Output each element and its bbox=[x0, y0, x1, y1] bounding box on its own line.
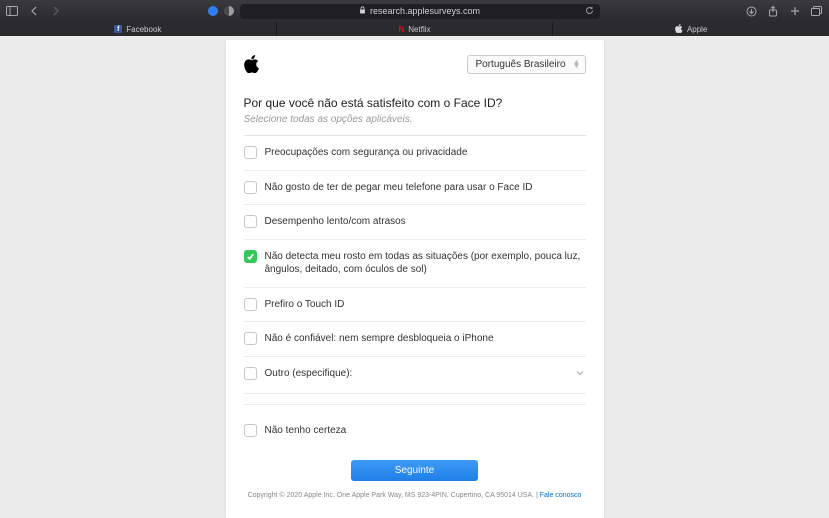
url-bar[interactable]: research.applesurveys.com bbox=[240, 4, 600, 19]
checkbox-icon[interactable] bbox=[244, 367, 257, 380]
bookmark-netflix[interactable]: N Netflix bbox=[277, 22, 554, 36]
survey-card: Português Brasileiro Por que você não es… bbox=[226, 40, 604, 518]
browser-toolbar: research.applesurveys.com bbox=[0, 0, 829, 22]
reader-icon[interactable] bbox=[224, 6, 234, 16]
option-slow[interactable]: Desempenho lento/com atrasos bbox=[244, 205, 586, 240]
option-detect-face[interactable]: Não detecta meu rosto em todas as situaç… bbox=[244, 240, 586, 288]
next-button[interactable]: Seguinte bbox=[351, 460, 478, 481]
bookmark-label: Netflix bbox=[408, 25, 430, 34]
checkbox-icon[interactable] bbox=[244, 424, 257, 437]
option-touch-id[interactable]: Prefiro o Touch ID bbox=[244, 288, 586, 323]
bookmark-label: Facebook bbox=[126, 25, 161, 34]
privacy-report-icon[interactable] bbox=[208, 6, 218, 16]
option-unsure[interactable]: Não tenho certeza bbox=[244, 414, 586, 448]
footer: Copyright © 2020 Apple Inc. One Apple Pa… bbox=[244, 491, 586, 501]
apple-logo-icon bbox=[244, 55, 260, 73]
sidebar-toggle-icon[interactable] bbox=[6, 5, 18, 17]
netflix-icon: N bbox=[399, 25, 405, 34]
option-other[interactable]: Outro (especifique): bbox=[244, 357, 586, 395]
bookmarks-bar: f Facebook N Netflix Apple bbox=[0, 22, 829, 36]
language-select[interactable]: Português Brasileiro bbox=[467, 55, 586, 74]
option-security[interactable]: Preocupações com segurança ou privacidad… bbox=[244, 136, 586, 171]
downloads-icon[interactable] bbox=[745, 5, 757, 17]
survey-subtitle: Selecione todas as opções aplicáveis. bbox=[244, 114, 586, 125]
option-unreliable[interactable]: Não é confiável: nem sempre desbloqueia … bbox=[244, 322, 586, 357]
page-viewport: Português Brasileiro Por que você não es… bbox=[0, 36, 829, 518]
tabs-icon[interactable] bbox=[811, 5, 823, 17]
bookmark-facebook[interactable]: f Facebook bbox=[0, 22, 277, 36]
checkbox-icon[interactable] bbox=[244, 146, 257, 159]
contact-link[interactable]: Fale conosco bbox=[540, 492, 582, 499]
option-label: Prefiro o Touch ID bbox=[265, 298, 586, 312]
option-label: Não detecta meu rosto em todas as situaç… bbox=[265, 250, 586, 277]
bookmark-apple[interactable]: Apple bbox=[553, 22, 829, 36]
option-label: Não gosto de ter de pegar meu telefone p… bbox=[265, 181, 586, 195]
bookmark-label: Apple bbox=[687, 25, 707, 34]
checkbox-icon[interactable] bbox=[244, 215, 257, 228]
option-label: Não é confiável: nem sempre desbloqueia … bbox=[265, 332, 586, 346]
option-label: Outro (especifique): bbox=[265, 367, 357, 381]
checkbox-icon[interactable] bbox=[244, 332, 257, 345]
chevron-down-icon bbox=[574, 367, 586, 384]
checkbox-icon[interactable] bbox=[244, 181, 257, 194]
share-icon[interactable] bbox=[767, 5, 779, 17]
url-text: research.applesurveys.com bbox=[370, 6, 480, 16]
option-label: Preocupações com segurança ou privacidad… bbox=[265, 146, 586, 160]
checkbox-icon[interactable] bbox=[244, 250, 257, 263]
copyright-text: Copyright © 2020 Apple Inc. One Apple Pa… bbox=[248, 492, 540, 499]
apple-icon bbox=[675, 24, 683, 35]
option-label: Desempenho lento/com atrasos bbox=[265, 215, 586, 229]
option-hold-phone[interactable]: Não gosto de ter de pegar meu telefone p… bbox=[244, 171, 586, 206]
checkbox-icon[interactable] bbox=[244, 298, 257, 311]
back-icon[interactable] bbox=[28, 5, 40, 17]
facebook-icon: f bbox=[114, 25, 122, 33]
new-tab-icon[interactable] bbox=[789, 5, 801, 17]
forward-icon[interactable] bbox=[50, 5, 62, 17]
survey-question: Por que você não está satisfeito com o F… bbox=[244, 96, 586, 110]
lock-icon bbox=[359, 6, 366, 16]
reload-icon[interactable] bbox=[585, 6, 594, 17]
option-label: Não tenho certeza bbox=[265, 424, 586, 438]
